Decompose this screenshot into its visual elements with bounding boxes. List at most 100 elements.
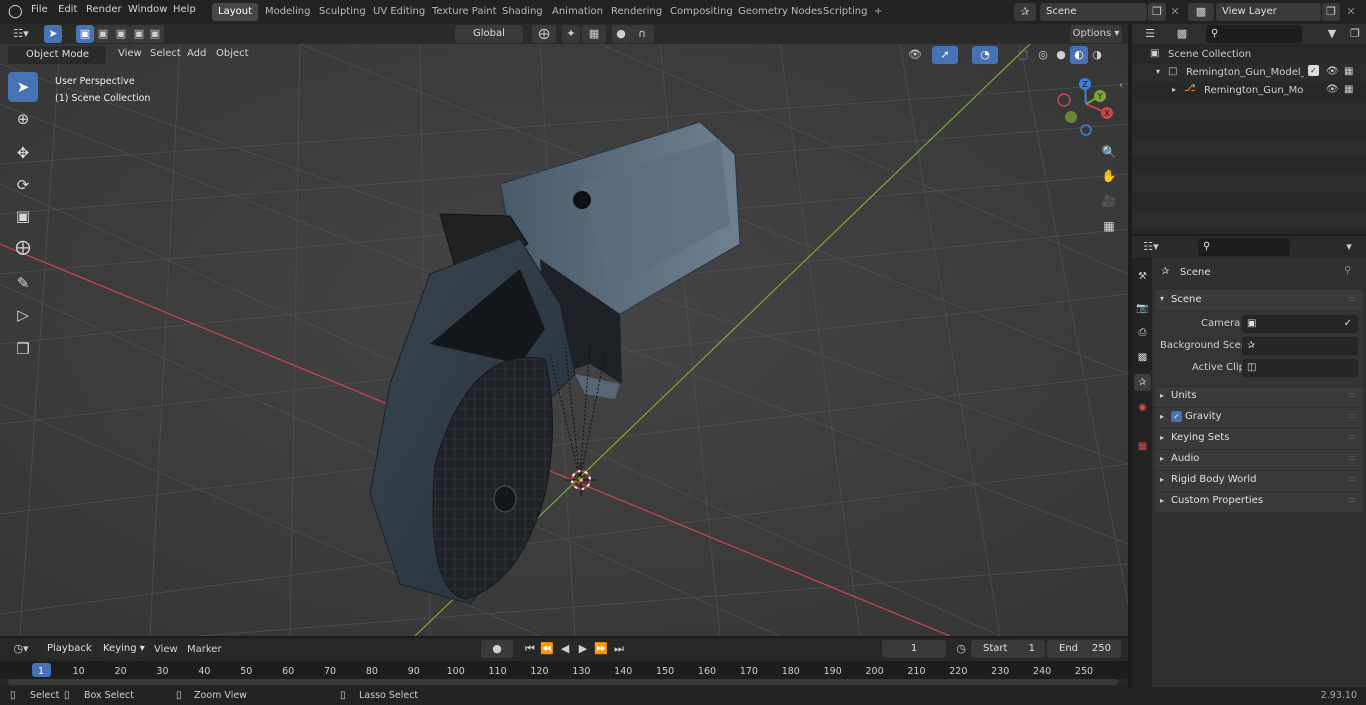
clock-icon[interactable]: ◷ — [952, 640, 970, 658]
tab-scripting[interactable]: Scripting — [817, 3, 873, 21]
view-layer-field[interactable]: View Layer — [1216, 3, 1321, 21]
exclude-checkbox[interactable]: ✓ — [1308, 65, 1319, 76]
properties-options-icon[interactable]: ▾ — [1340, 238, 1358, 256]
scale-tool-icon[interactable]: ▣ — [8, 201, 38, 231]
new-scene-icon[interactable]: ❐ — [1148, 3, 1166, 21]
gravity-checkbox[interactable]: ✓ — [1171, 411, 1182, 422]
camera-render-icon[interactable]: ▦ — [1344, 66, 1353, 77]
mode-select[interactable]: Object Mode — [8, 46, 106, 64]
jump-start-icon[interactable]: ⏮ — [521, 640, 539, 658]
delete-view-layer-icon[interactable]: ✕ — [1342, 3, 1360, 21]
scene-name-field[interactable]: Scene — [1040, 3, 1147, 21]
world-tab-icon[interactable]: ◉ — [1134, 399, 1151, 416]
transform-tool-icon[interactable]: ⨁ — [8, 232, 38, 262]
new-collection-icon[interactable]: ❐ — [1346, 25, 1364, 43]
delete-scene-icon[interactable]: ✕ — [1166, 3, 1184, 21]
tab-sculpting[interactable]: Sculpting — [313, 3, 372, 21]
menu-window[interactable]: Window — [128, 4, 167, 15]
select-mode-extend-icon[interactable]: ▣ — [94, 25, 112, 43]
end-frame-field[interactable]: End 250 — [1047, 640, 1121, 658]
shading-material-icon[interactable]: ◐ — [1070, 46, 1088, 64]
tool-tab-icon[interactable]: ⚒ — [1134, 268, 1151, 285]
drag-grip-icon[interactable]: :::: — [1348, 495, 1356, 504]
expand-arrow-icon[interactable]: ▾ — [1156, 67, 1160, 76]
outliner-row-object-2[interactable]: ▸ ⎇ Remington_Gun_Model_9 👁 ▦ — [1132, 82, 1366, 100]
scene-browse-icon[interactable]: ✰ — [1014, 3, 1036, 21]
gizmo-toggle-icon[interactable]: ➚ — [932, 46, 958, 64]
play-reverse-icon[interactable]: ◀ — [556, 640, 574, 658]
transform-orientation-select[interactable]: Global — [455, 25, 523, 43]
perspective-toggle-icon[interactable]: ▦ — [1098, 215, 1120, 237]
timeline-editor-type-icon[interactable]: ◷▾ — [8, 640, 34, 658]
move-tool-icon[interactable]: ✥ — [8, 138, 38, 168]
camera-field[interactable]: ▣ ✓ — [1242, 315, 1358, 333]
select-mode-intersect-icon[interactable]: ▣ — [146, 25, 164, 43]
proportional-edit-icon[interactable]: ● — [612, 25, 630, 43]
snap-target-icon[interactable]: ▦ — [582, 25, 606, 43]
tab-animation[interactable]: Animation — [546, 3, 609, 21]
timeline-menu-view[interactable]: View — [154, 644, 178, 655]
new-view-layer-icon[interactable]: ❐ — [1322, 3, 1340, 21]
pin-icon[interactable]: ⚲ — [1344, 265, 1351, 276]
auto-keying-icon[interactable]: ● — [481, 640, 513, 658]
playback-menu[interactable]: Playback ▾ — [41, 640, 95, 672]
shading-solid-icon[interactable]: ● — [1052, 46, 1070, 64]
select-tool-icon[interactable]: ➤ — [44, 25, 62, 43]
filter-icon[interactable]: ▼ — [1320, 25, 1344, 43]
options-button[interactable]: Options ▾ — [1070, 25, 1122, 43]
falloff-icon[interactable]: ∩ — [630, 25, 654, 43]
pivot-point-icon[interactable]: ⨁ — [532, 25, 556, 43]
drag-grip-icon[interactable]: :::: — [1348, 411, 1356, 420]
background-scene-field[interactable]: ✰ — [1242, 337, 1358, 355]
eye-icon[interactable]: 👁 — [1326, 66, 1339, 77]
add-cube-tool-icon[interactable]: ❐ — [8, 334, 38, 364]
gravity-panel-header[interactable]: ▸ ✓ Gravity — [1155, 408, 1363, 428]
view-layer-browse-icon[interactable]: ▩ — [1188, 3, 1214, 21]
add-workspace-button[interactable]: + — [868, 3, 888, 21]
outliner-editor-type-icon[interactable]: ☰ — [1138, 25, 1162, 43]
select-mode-subtract-icon[interactable]: ▣ — [112, 25, 130, 43]
cursor-tool-icon[interactable]: ⊕ — [8, 104, 38, 134]
properties-search-input[interactable]: ⚲ — [1198, 238, 1290, 256]
jump-next-keyframe-icon[interactable]: ⏩ — [592, 640, 610, 658]
texture-tab-icon[interactable]: ▦ — [1134, 438, 1151, 455]
camera-render-icon[interactable]: ▦ — [1344, 84, 1353, 95]
visibility-icon[interactable]: 👁 — [902, 46, 928, 64]
annotate-tool-icon[interactable]: ✎ — [8, 268, 38, 298]
eyedropper-icon[interactable]: ✓ — [1344, 315, 1352, 333]
pan-hand-icon[interactable]: ✋ — [1098, 165, 1120, 187]
navigation-gizmo[interactable]: X Y Z — [1056, 74, 1120, 138]
tab-geometry-nodes[interactable]: Geometry Nodes — [732, 3, 828, 21]
rigid-body-world-panel-header[interactable]: ▸ Rigid Body World — [1155, 471, 1363, 491]
timeline-menu-marker[interactable]: Marker — [187, 644, 222, 655]
snap-icon[interactable]: ✦ — [562, 25, 580, 43]
audio-panel-header[interactable]: ▸ Audio — [1155, 450, 1363, 470]
timeline-scrollbar[interactable] — [8, 679, 1118, 685]
outliner-row-scene-collection[interactable]: ▣ Scene Collection — [1132, 46, 1366, 64]
outliner-search-input[interactable]: ⚲ — [1206, 25, 1302, 43]
shading-rendered-icon[interactable]: ◑ — [1088, 46, 1106, 64]
jump-end-icon[interactable]: ⏭ — [610, 640, 628, 658]
display-mode-icon[interactable]: ▩ — [1170, 25, 1194, 43]
tab-shading[interactable]: Shading — [496, 3, 549, 21]
camera-view-icon[interactable]: 🎥 — [1098, 190, 1120, 212]
viewport-menu-view[interactable]: View — [118, 48, 142, 59]
drag-grip-icon[interactable]: :::: — [1348, 474, 1356, 483]
viewport-menu-select[interactable]: Select — [150, 48, 181, 59]
active-clip-field[interactable]: ◫ — [1242, 359, 1358, 377]
select-mode-new-icon[interactable]: ▣ — [76, 25, 94, 43]
output-tab-icon[interactable]: ⎙ — [1134, 324, 1151, 341]
start-frame-field[interactable]: Start 1 — [971, 640, 1045, 658]
tab-layout[interactable]: Layout — [212, 3, 258, 21]
tab-compositing[interactable]: Compositing — [664, 3, 739, 21]
expand-arrow-icon[interactable]: ▸ — [1172, 85, 1176, 94]
zoom-icon[interactable]: 🔍 — [1098, 141, 1120, 163]
rotate-tool-icon[interactable]: ⟳ — [8, 170, 38, 200]
menu-render[interactable]: Render — [86, 4, 122, 15]
play-icon[interactable]: ▶ — [574, 640, 592, 658]
shading-wireframe-icon[interactable]: ◎ — [1034, 46, 1052, 64]
select-box-tool-icon[interactable]: ➤ — [8, 72, 38, 102]
menu-edit[interactable]: Edit — [58, 4, 77, 15]
scene-panel-header[interactable]: ▾ Scene — [1155, 290, 1363, 310]
menu-help[interactable]: Help — [173, 4, 196, 15]
